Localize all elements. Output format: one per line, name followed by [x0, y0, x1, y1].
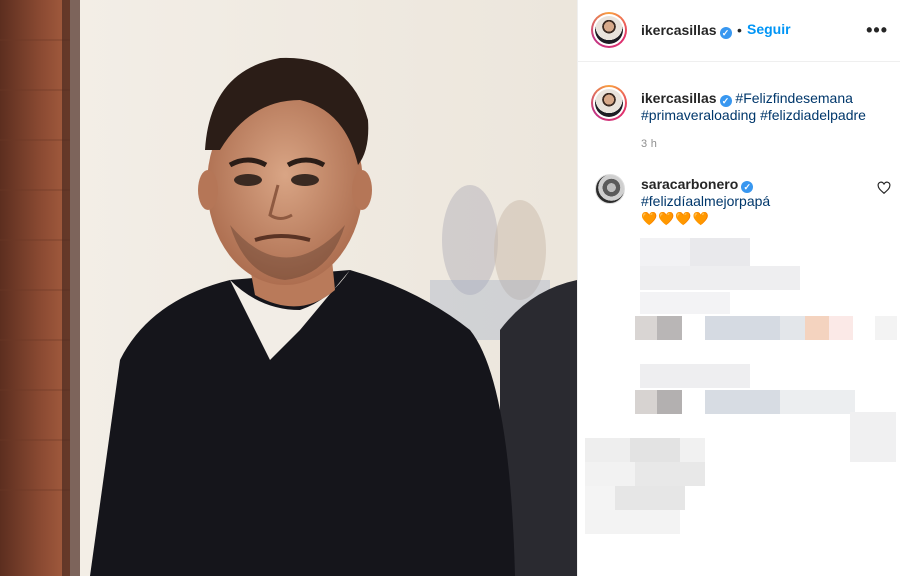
follow-button[interactable]: Seguir: [747, 21, 791, 37]
comment-hashtag-link[interactable]: #felizdíaalmejorpapá: [641, 193, 770, 209]
caption-username[interactable]: ikercasillas: [641, 90, 717, 106]
separator-dot: •: [737, 22, 742, 38]
comment-text: saracarbonero ✓ #felizdíaalmejorpapá 🧡🧡🧡🧡: [641, 176, 871, 227]
verified-badge-icon: ✓: [741, 181, 754, 193]
verified-badge-icon: ✓: [719, 27, 732, 39]
hashtag-link[interactable]: #felizdiadelpadre: [760, 107, 866, 123]
hashtag-link[interactable]: #primaveraloading: [641, 107, 756, 123]
post-timestamp[interactable]: 3 h: [641, 138, 657, 150]
photo-illustration: [0, 0, 577, 576]
caption-avatar[interactable]: [591, 85, 627, 121]
pixelated-comments: [580, 230, 900, 576]
heart-outline-icon[interactable]: [877, 181, 891, 195]
verified-badge-icon: ✓: [719, 95, 732, 107]
orange-hearts-emoji: 🧡🧡🧡🧡: [641, 211, 710, 226]
author-username-link[interactable]: ikercasillas ✓: [641, 22, 732, 40]
commenter-avatar[interactable]: [595, 174, 625, 204]
author-username[interactable]: ikercasillas: [641, 22, 717, 38]
caption-text: ikercasillas ✓ #Felizfindesemana #primave…: [641, 90, 891, 124]
post-header: ikercasillas ✓ • Seguir •••: [578, 0, 900, 62]
hashtag-link[interactable]: #Felizfindesemana: [735, 90, 853, 106]
more-options-icon[interactable]: •••: [866, 20, 888, 41]
post-photo[interactable]: [0, 0, 577, 576]
author-avatar[interactable]: [591, 12, 627, 48]
commenter-username[interactable]: saracarbonero: [641, 176, 738, 192]
